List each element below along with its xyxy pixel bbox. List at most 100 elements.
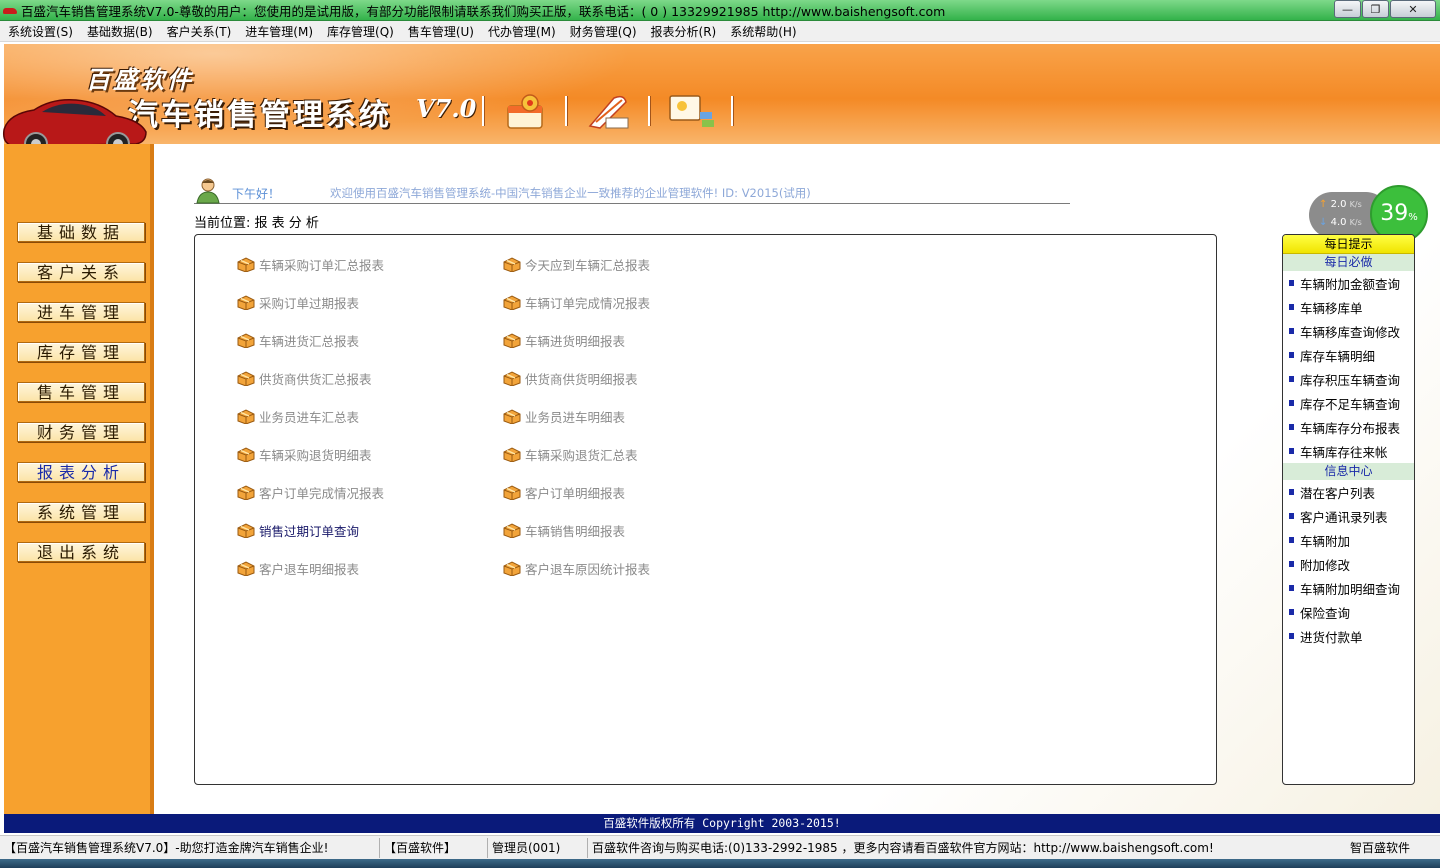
report-link[interactable]: 车辆采购订单汇总报表 xyxy=(237,255,384,273)
nav-inventory-button[interactable]: 库存管理 xyxy=(17,342,145,362)
bullet-icon xyxy=(1289,513,1294,519)
nav-basic-data-button[interactable]: 基础数据 xyxy=(17,222,145,242)
tip-link[interactable]: 车辆移库查询修改 xyxy=(1283,319,1414,343)
report-box-icon xyxy=(503,332,521,349)
close-button[interactable]: ✕ xyxy=(1390,0,1436,18)
tip-link[interactable]: 车辆附加 xyxy=(1283,528,1414,552)
menu-sales[interactable]: 售车管理(U) xyxy=(408,23,474,40)
nav-finance-button[interactable]: 财务管理 xyxy=(17,422,145,442)
menu-agency[interactable]: 代办管理(M) xyxy=(488,23,556,40)
tip-label: 车辆移库查询修改 xyxy=(1300,324,1401,340)
tip-label: 库存积压车辆查询 xyxy=(1300,372,1401,388)
minimize-button[interactable]: — xyxy=(1334,0,1361,18)
report-box-icon xyxy=(237,446,255,463)
tip-link[interactable]: 库存不足车辆查询 xyxy=(1283,391,1414,415)
report-link[interactable]: 供货商供货汇总报表 xyxy=(237,369,372,387)
nav-customer-relations-button[interactable]: 客户关系 xyxy=(17,262,145,282)
nav-reports-button[interactable]: 报表分析 xyxy=(17,462,145,482)
report-link[interactable]: 客户订单明细报表 xyxy=(503,483,625,501)
report-box-icon xyxy=(237,332,255,349)
menu-system-settings[interactable]: 系统设置(S) xyxy=(8,23,73,40)
report-box-icon xyxy=(503,256,521,273)
report-link[interactable]: 车辆订单完成情况报表 xyxy=(503,293,650,311)
nav-system-button[interactable]: 系统管理 xyxy=(17,502,145,522)
report-label: 车辆采购退货汇总表 xyxy=(525,447,638,463)
menu-inventory[interactable]: 库存管理(Q) xyxy=(327,23,394,40)
tip-label: 保险查询 xyxy=(1300,605,1351,621)
report-link[interactable]: 今天应到车辆汇总报表 xyxy=(503,255,650,273)
greeting-hello: 下午好！ xyxy=(232,187,281,201)
tip-link[interactable]: 车辆移库单 xyxy=(1283,295,1414,319)
bullet-icon xyxy=(1289,304,1294,310)
status-bar: 【百盛汽车销售管理系统V7.0】-助您打造金牌汽车销售企业! 【百盛软件】 管理… xyxy=(0,835,1440,859)
report-link[interactable]: 业务员进车汇总表 xyxy=(237,407,359,425)
tip-link[interactable]: 保险查询 xyxy=(1283,600,1414,624)
report-link[interactable]: 客户退车明细报表 xyxy=(237,559,359,577)
menu-help[interactable]: 系统帮助(H) xyxy=(730,23,796,40)
report-link[interactable]: 客户退车原因统计报表 xyxy=(503,559,650,577)
report-box-icon xyxy=(237,522,255,539)
reports-panel: 车辆采购订单汇总报表 采购订单过期报表 车辆进货汇总报表供货商供货汇总报表业务员进车… xyxy=(194,234,1217,785)
feather-quill-icon[interactable] xyxy=(584,92,634,132)
report-box-icon xyxy=(503,294,521,311)
tip-label: 车辆附加 xyxy=(1300,533,1351,549)
report-box-icon xyxy=(237,370,255,387)
bullet-icon xyxy=(1289,424,1294,430)
bullet-icon xyxy=(1289,585,1294,591)
menu-finance[interactable]: 财务管理(Q) xyxy=(570,23,637,40)
tip-link[interactable]: 潜在客户列表 xyxy=(1283,480,1414,504)
window-title: 百盛汽车销售管理系统V7.0-尊敬的用户：您使用的是试用版，有部分功能限制请联系… xyxy=(21,3,946,19)
upload-speed: 2.0 xyxy=(1330,199,1347,210)
menu-customer-relations[interactable]: 客户关系(T) xyxy=(167,23,232,40)
bullet-icon xyxy=(1289,537,1294,543)
tip-link[interactable]: 车辆库存往来帐 xyxy=(1283,439,1414,463)
car-app-icon xyxy=(3,5,17,15)
menu-basic-data[interactable]: 基础数据(B) xyxy=(87,23,153,40)
menu-purchasing[interactable]: 进车管理(M) xyxy=(245,23,313,40)
report-link[interactable]: 车辆采购退货汇总表 xyxy=(503,445,638,463)
menu-reports[interactable]: 报表分析(R) xyxy=(651,23,717,40)
tip-link[interactable]: 进货付款单 xyxy=(1283,624,1414,648)
daily-tips-panel: 每日提示 每日必做 车辆附加金额查询 车辆移库单 车辆移库查询修改 库存车辆明细 库存积… xyxy=(1282,234,1415,785)
tip-link[interactable]: 库存积压车辆查询 xyxy=(1283,367,1414,391)
header-banner: 百盛软件 汽车销售管理系统 V7.0 xyxy=(4,44,1440,144)
report-link[interactable]: 采购订单过期报表 xyxy=(237,293,359,311)
tip-label: 车辆移库单 xyxy=(1300,300,1363,316)
gift-box-icon[interactable] xyxy=(500,92,550,132)
report-link[interactable]: 车辆进货明细报表 xyxy=(503,331,625,349)
daily-must-do-header: 每日必做 xyxy=(1283,254,1414,271)
report-box-icon xyxy=(503,446,521,463)
tip-link[interactable]: 车辆库存分布报表 xyxy=(1283,415,1414,439)
nav-purchasing-button[interactable]: 进车管理 xyxy=(17,302,145,322)
report-link[interactable]: 业务员进车明细表 xyxy=(503,407,625,425)
presentation-screen-icon[interactable] xyxy=(668,92,718,132)
status-brand: 【百盛软件】 xyxy=(380,837,488,858)
tip-link[interactable]: 车辆附加金额查询 xyxy=(1283,271,1414,295)
greeting-message: 欢迎使用百盛汽车销售管理系统-中国汽车销售企业一致推荐的企业管理软件! ID: … xyxy=(330,186,811,200)
report-link[interactable]: 销售过期订单查询 xyxy=(237,521,359,539)
tip-link[interactable]: 附加修改 xyxy=(1283,552,1414,576)
report-link[interactable]: 车辆采购退货明细表 xyxy=(237,445,372,463)
status-app: 【百盛汽车销售管理系统V7.0】-助您打造金牌汽车销售企业! xyxy=(0,837,380,858)
nav-sales-button[interactable]: 售车管理 xyxy=(17,382,145,402)
restore-button[interactable]: ❐ xyxy=(1362,0,1389,18)
bullet-icon xyxy=(1289,400,1294,406)
report-link[interactable]: 供货商供货明细报表 xyxy=(503,369,638,387)
report-box-icon xyxy=(503,522,521,539)
tip-link[interactable]: 库存车辆明细 xyxy=(1283,343,1414,367)
report-link[interactable]: 车辆销售明细报表 xyxy=(503,521,625,539)
nav-exit-button[interactable]: 退出系统 xyxy=(17,542,145,562)
report-box-icon xyxy=(503,484,521,501)
report-label: 车辆销售明细报表 xyxy=(525,523,626,539)
bullet-icon xyxy=(1289,448,1294,454)
tip-link[interactable]: 车辆附加明细查询 xyxy=(1283,576,1414,600)
report-box-icon xyxy=(237,560,255,577)
status-contact: 百盛软件咨询与购买电话:(0)133-2992-1985 ，更多内容请看百盛软件… xyxy=(592,840,1214,855)
report-label: 供货商供货汇总报表 xyxy=(259,371,372,387)
report-box-icon xyxy=(503,370,521,387)
report-link[interactable]: 客户订单完成情况报表 xyxy=(237,483,384,501)
greeting-row: 下午好！ 欢迎使用百盛汽车销售管理系统-中国汽车销售企业一致推荐的企业管理软件!… xyxy=(194,176,1070,204)
report-link[interactable]: 车辆进货汇总报表 xyxy=(237,331,359,349)
tip-link[interactable]: 客户通讯录列表 xyxy=(1283,504,1414,528)
tip-label: 库存不足车辆查询 xyxy=(1300,396,1401,412)
